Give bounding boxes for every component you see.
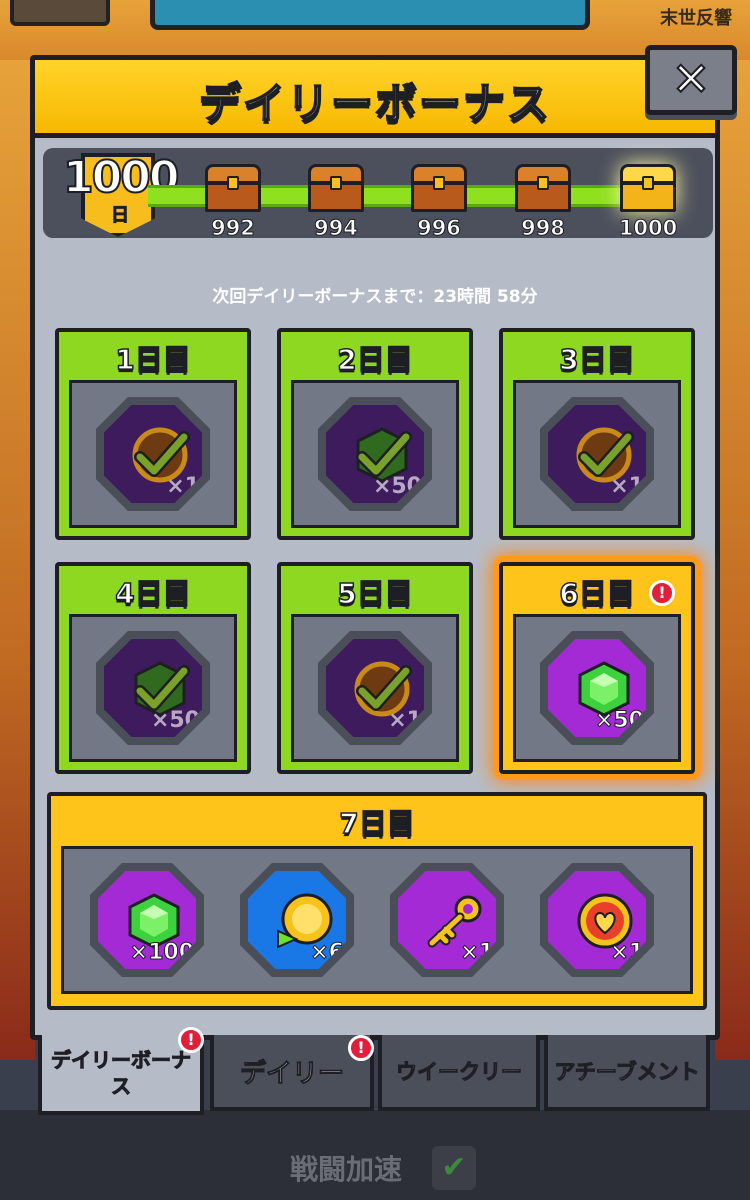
day-card-1[interactable]: 1日目 ×1 [55,328,251,540]
reward-quantity: ×1 [388,708,422,733]
background-bottom: 戦闘加速 ✔ [0,1110,750,1200]
green-gem-icon: ×100 [98,871,196,969]
gold-medal-icon: ×1 [548,405,646,503]
reward-quantity: ×1 [166,474,200,499]
day-card-title: 3日目 [559,342,636,377]
reward-quantity: ×50 [594,708,644,734]
reward-slot: ×1 [390,863,504,977]
green-gem-icon: ×50 [104,639,202,737]
heart-coin-icon: ×1 [548,871,646,969]
day-card-3[interactable]: 3日目 ×1 [499,328,695,540]
background-button [10,0,110,26]
chest-icon[interactable] [205,164,261,212]
reward-quantity: ×1 [610,940,645,966]
tab-label: デイリー [239,1058,344,1089]
green-gem-icon: ×50 [326,405,424,503]
battle-speed-checkbox: ✔ [432,1146,476,1190]
reward-quantity: ×50 [150,708,200,733]
background-top: 末世反響 [0,0,750,60]
day-card-4[interactable]: 4日目 ×50 [55,562,251,774]
reward-slot: ×50 [318,397,432,511]
day-card-7[interactable]: 7日目 ×100 ×6 ×1 ×1 [47,792,707,1010]
milestone-label: 994 [314,216,359,241]
daily-bonus-modal: デイリーボーナス ✕ 1000 日 992 994 996 998 1000 次… [30,45,737,1040]
milestone-label: 992 [211,216,256,241]
day-card-2[interactable]: 2日目 ×50 [277,328,473,540]
day-card-title: 2日目 [337,342,414,377]
tab-label: ウイークリー [396,1060,523,1085]
reward-slot: ×1 [318,631,432,745]
reward-quantity: ×6 [310,940,345,966]
reward-slot: ×1 [540,397,654,511]
gold-medal-icon: ×1 [104,405,202,503]
next-bonus-timer: 次回デイリーボーナスまで：23時間 58分 [212,287,538,307]
green-gem-icon: ×50 [548,639,646,737]
modal-title: デイリーボーナス [198,78,551,129]
milestone-label: 996 [417,216,462,241]
gold-key-icon: ×1 [398,871,496,969]
alert-icon: ! [649,580,675,606]
chest-icon[interactable] [308,164,364,212]
day-card-title: 1日目 [115,342,192,377]
day-card-title: 7日目 [339,806,416,841]
reward-frame: ×50 [291,380,459,528]
reward-frame: ×1 [69,380,237,528]
reward-frame: ×1 [513,380,681,528]
milestone-label: 998 [521,216,566,241]
modal-title-bar: デイリーボーナス [35,60,715,138]
background-right [715,60,750,1060]
tab-label: アチーブメント [554,1060,700,1085]
login-days-unit: 日 [111,205,130,227]
gold-chest-icon[interactable] [620,164,676,212]
gold-medal-icon: ×1 [326,639,424,737]
alert-icon: ! [178,1027,204,1053]
reward-slot: ×100 [90,863,204,977]
tab-weekly[interactable]: ウイークリー [378,1035,540,1111]
reward-frame: ×50 [69,614,237,762]
reward-quantity: ×1 [610,474,644,499]
day-card-title: 5日目 [337,576,414,611]
login-progress-panel: 1000 日 992 994 996 998 1000 [43,148,713,241]
day-card-6[interactable]: 6日目 ! ×50 [499,562,695,774]
milestone-label: 1000 [618,216,678,241]
tab-label: デイリーボーナス [51,1048,192,1099]
battle-speed-label: 戦闘加速 [290,1153,403,1186]
reward-quantity: ×1 [460,940,495,966]
reward-slot: ×1 [540,863,654,977]
tab-bar: デイリーボーナス ! デイリー ! ウイークリー アチーブメント [38,1027,718,1115]
reward-quantity: ×100 [129,940,194,966]
speed-coin-icon: ×6 [248,871,346,969]
reward-slot: ×50 [96,631,210,745]
close-button[interactable]: ✕ [645,45,737,115]
alert-icon: ! [348,1035,374,1061]
reward-slot: ×50 [540,631,654,745]
day-card-5[interactable]: 5日目 ×1 [277,562,473,774]
reward-quantity: ×50 [372,474,422,499]
day-card-title: 4日目 [115,576,192,611]
tab-achievement[interactable]: アチーブメント [544,1035,710,1111]
background-bar [150,0,590,30]
reward-slot: ×6 [240,863,354,977]
background-label: 末世反響 [660,8,732,29]
reward-slot: ×1 [96,397,210,511]
chest-icon[interactable] [515,164,571,212]
reward-frame: ×1 [291,614,459,762]
reward-frame: ×50 [513,614,681,762]
reward-frame: ×100 ×6 ×1 ×1 [61,846,693,994]
chest-icon[interactable] [411,164,467,212]
